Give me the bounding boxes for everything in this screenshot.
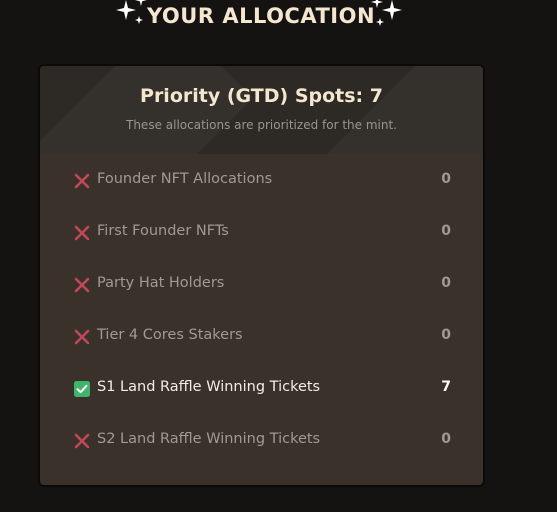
cross-icon	[73, 172, 91, 190]
allocation-label: Tier 4 Cores Stakers	[97, 327, 243, 343]
allocation-count: 0	[441, 275, 451, 291]
page-title: YOUR ALLOCATION	[146, 4, 376, 28]
allocation-count: 0	[441, 327, 451, 343]
check-icon	[73, 380, 91, 398]
allocation-row-founder-nft: Founder NFT Allocations 0	[40, 154, 483, 206]
priority-spots-subtitle: These allocations are prioritized for th…	[126, 118, 397, 132]
cross-icon	[73, 328, 91, 346]
allocation-panel: Priority (GTD) Spots: 7 These allocation…	[38, 64, 485, 487]
allocation-row-s2-land-raffle: S2 Land Raffle Winning Tickets 0	[40, 414, 483, 466]
cross-icon	[73, 276, 91, 294]
allocation-header: YOUR ALLOCATION	[0, 0, 557, 40]
allocation-list: Founder NFT Allocations 0 First Founder …	[40, 154, 483, 466]
allocation-row-tier4-cores: Tier 4 Cores Stakers 0	[40, 310, 483, 362]
header-shine	[40, 66, 253, 154]
allocation-label: S1 Land Raffle Winning Tickets	[97, 379, 321, 395]
allocation-count: 0	[441, 431, 451, 447]
header-shine	[327, 66, 483, 154]
allocation-label: Party Hat Holders	[97, 275, 225, 291]
allocation-count: 7	[441, 379, 451, 395]
allocation-row-s1-land-raffle: S1 Land Raffle Winning Tickets 7	[40, 362, 483, 414]
panel-header: Priority (GTD) Spots: 7 These allocation…	[40, 66, 483, 154]
allocation-label: First Founder NFTs	[97, 223, 229, 239]
allocation-label: Founder NFT Allocations	[97, 171, 273, 187]
allocation-row-first-founder: First Founder NFTs 0	[40, 206, 483, 258]
cross-icon	[73, 224, 91, 242]
allocation-count: 0	[441, 223, 451, 239]
allocation-count: 0	[441, 171, 451, 187]
allocation-row-party-hat: Party Hat Holders 0	[40, 258, 483, 310]
sparkle-icon	[368, 0, 408, 34]
priority-spots-title: Priority (GTD) Spots: 7	[140, 85, 383, 107]
cross-icon	[73, 432, 91, 450]
allocation-label: S2 Land Raffle Winning Tickets	[97, 431, 321, 447]
